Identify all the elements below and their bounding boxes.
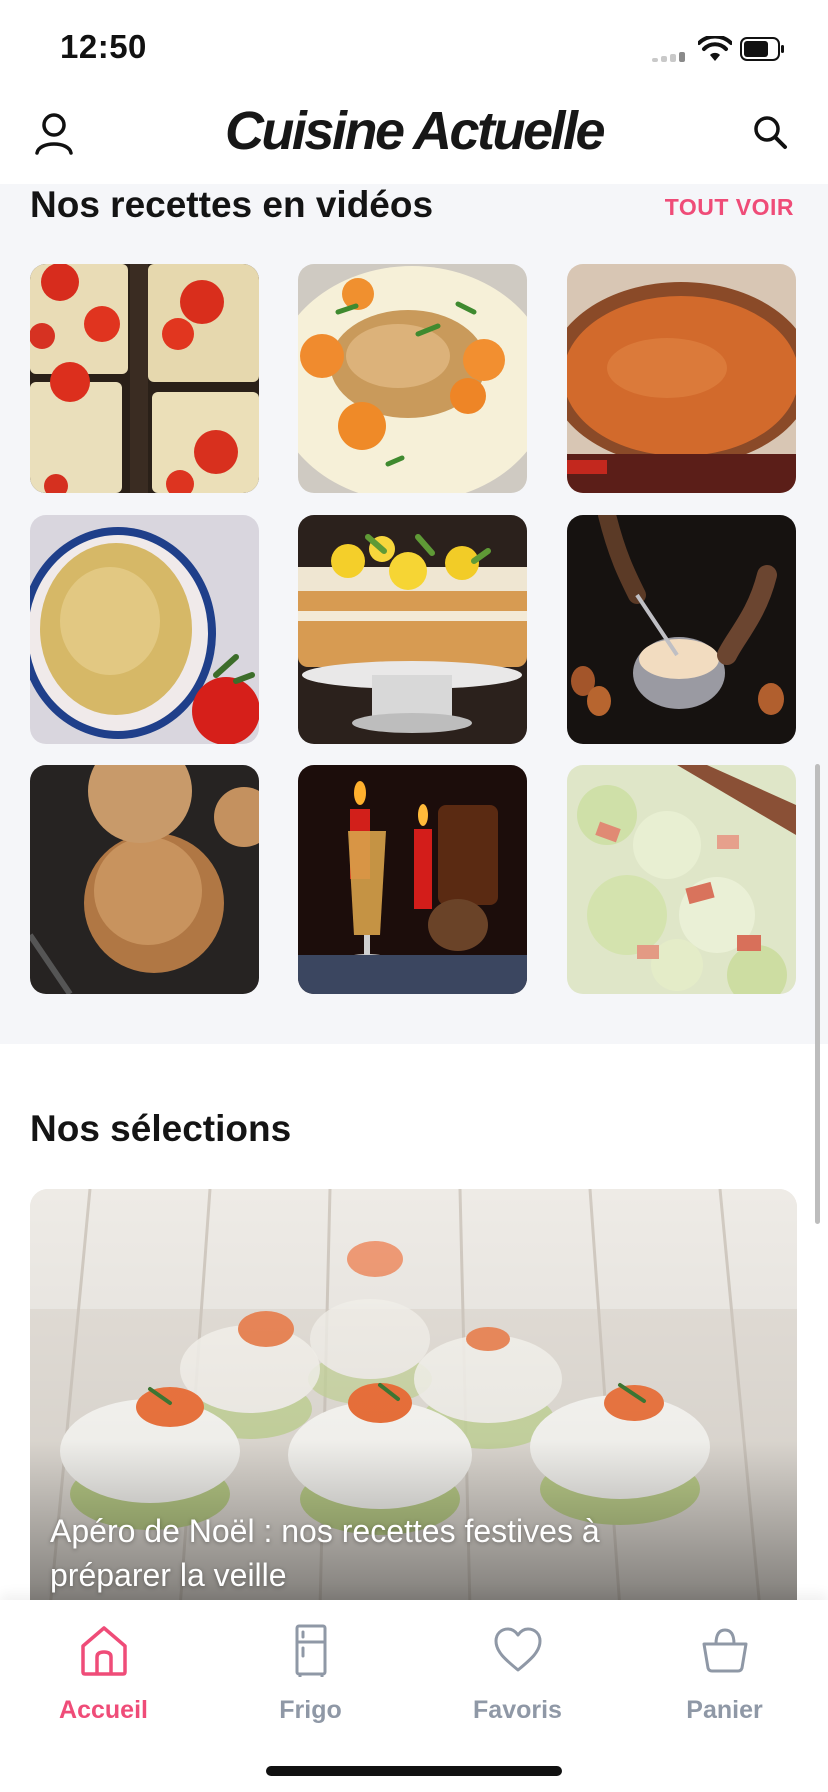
home-indicator: [266, 1766, 562, 1776]
app-header: Cuisine Actuelle: [0, 92, 828, 184]
tomato-tartines-image: [30, 264, 259, 493]
tab-frigo-label: Frigo: [279, 1696, 342, 1724]
cabbage-salad-image: [567, 765, 796, 994]
status-time: 12:50: [60, 28, 147, 65]
basket-icon: [702, 1628, 747, 1673]
status-bar: 12:50: [0, 0, 828, 92]
app-screen: 12:50 Cuisine Actuelle Nos recettes en v…: [0, 0, 828, 1792]
video-tile-9[interactable]: [567, 765, 796, 994]
videos-section: Nos recettes en vidéos TOUT VOIR: [0, 184, 828, 1224]
video-tile-3[interactable]: [567, 264, 796, 493]
tomato-soup-in-pot-image: [567, 264, 796, 493]
battery-icon: [740, 37, 784, 61]
video-tile-6[interactable]: [567, 515, 796, 744]
video-tile-4[interactable]: [30, 515, 259, 744]
see-all-link[interactable]: TOUT VOIR: [665, 194, 794, 221]
brand-logo[interactable]: Cuisine Actuelle: [0, 100, 828, 162]
wifi-icon: [698, 36, 732, 61]
heart-icon: [494, 1627, 541, 1672]
cellular-signal-icon: [652, 52, 688, 62]
video-tile-8[interactable]: [298, 765, 527, 994]
bread-rolls-image: [30, 765, 259, 994]
tab-accueil-label: Accueil: [59, 1696, 148, 1724]
video-tile-1[interactable]: [30, 264, 259, 493]
lemon-cake-image: [298, 515, 527, 744]
mulled-drink-with-candles-image: [298, 765, 527, 994]
selections-section-title: Nos sélections: [30, 1108, 292, 1149]
tab-favoris[interactable]: Favoris: [414, 1624, 621, 1725]
tab-frigo[interactable]: Frigo: [207, 1624, 414, 1725]
tab-bar: Accueil Frigo Favoris Panier: [0, 1600, 828, 1792]
whisking-batter-image: [567, 515, 796, 744]
chicken-with-apricots-image: [298, 264, 527, 493]
video-tile-5[interactable]: [298, 515, 527, 744]
tab-panier[interactable]: Panier: [621, 1624, 828, 1725]
tab-panier-label: Panier: [686, 1696, 763, 1724]
home-icon: [80, 1626, 127, 1676]
tab-favoris-label: Favoris: [473, 1696, 562, 1724]
selection-card-caption: Apéro de Noël : nos recettes festives à …: [50, 1513, 600, 1593]
tab-accueil[interactable]: Accueil: [0, 1624, 207, 1725]
video-tile-7[interactable]: [30, 765, 259, 994]
gratin-image: [30, 515, 259, 744]
video-tile-2[interactable]: [298, 264, 527, 493]
videos-section-title: Nos recettes en vidéos: [30, 184, 434, 225]
scrollbar[interactable]: [815, 764, 820, 1224]
fridge-icon: [295, 1624, 326, 1677]
search-icon[interactable]: [752, 114, 788, 150]
selection-card[interactable]: Apéro de Noël : nos recettes festives à …: [30, 1189, 797, 1609]
